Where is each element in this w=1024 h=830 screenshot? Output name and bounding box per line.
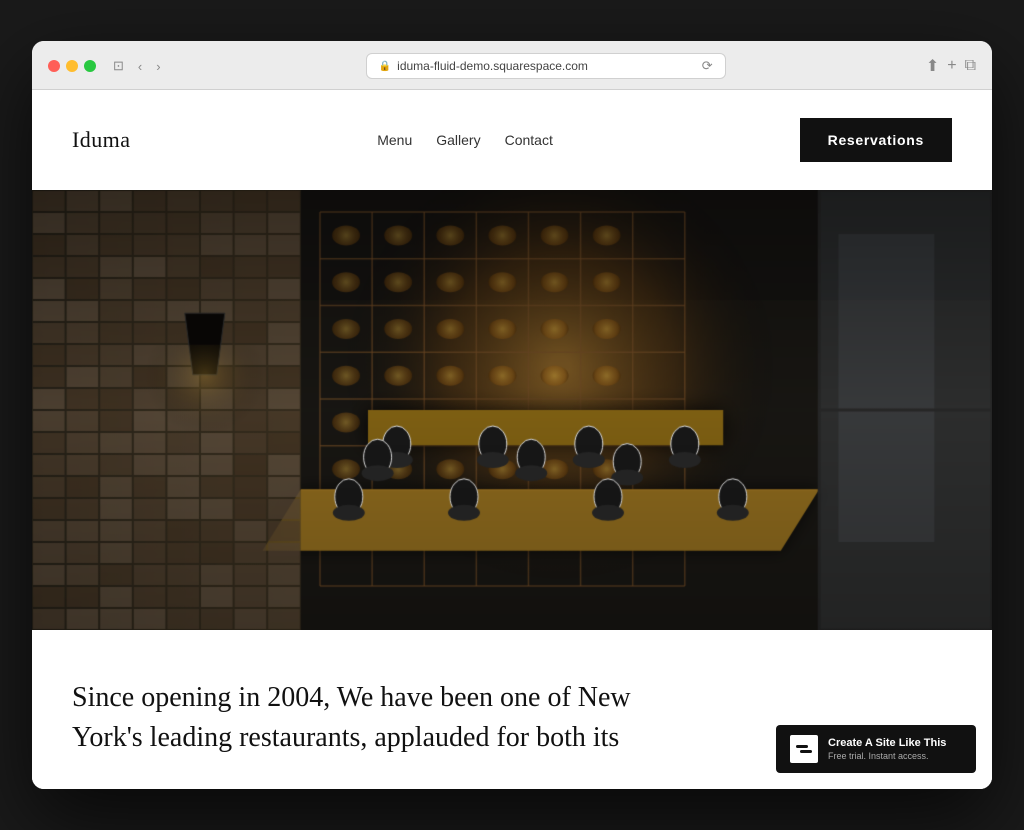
lock-icon: 🔒: [379, 61, 391, 72]
nav-contact[interactable]: Contact: [505, 132, 553, 148]
badge-title: Create A Site Like This: [828, 737, 962, 749]
url-text: iduma-fluid-demo.squarespace.com: [397, 59, 588, 73]
browser-window: ⊡ ‹ › 🔒 iduma-fluid-demo.squarespace.com…: [32, 41, 992, 788]
window-icon[interactable]: ⊡: [108, 56, 129, 76]
close-button[interactable]: [48, 60, 60, 72]
nav-gallery[interactable]: Gallery: [436, 132, 480, 148]
site-body: Since opening in 2004, We have been one …: [32, 630, 992, 788]
badge-text-block: Create A Site Like This Free trial. Inst…: [828, 737, 962, 761]
hero-image: [32, 190, 992, 630]
hero-canvas: [32, 190, 992, 630]
refresh-icon[interactable]: ⟳: [702, 58, 713, 74]
squarespace-badge[interactable]: Create A Site Like This Free trial. Inst…: [776, 725, 976, 773]
squarespace-logo: [790, 735, 818, 763]
intro-text: Since opening in 2004, We have been one …: [72, 678, 652, 756]
site-logo: Iduma: [72, 127, 130, 153]
site-nav: Menu Gallery Contact: [377, 132, 553, 148]
maximize-button[interactable]: [84, 60, 96, 72]
browser-actions: ⬆ + ⧉: [926, 56, 976, 76]
back-button[interactable]: ‹: [133, 57, 147, 76]
share-icon[interactable]: ⬆: [926, 56, 939, 76]
reservations-button[interactable]: Reservations: [800, 118, 952, 162]
tabs-icon[interactable]: ⧉: [965, 57, 976, 75]
traffic-lights: [48, 60, 96, 72]
browser-chrome: ⊡ ‹ › 🔒 iduma-fluid-demo.squarespace.com…: [32, 41, 992, 90]
forward-button[interactable]: ›: [151, 57, 165, 76]
browser-controls: ⊡ ‹ ›: [108, 56, 166, 76]
website-content: Iduma Menu Gallery Contact Reservations …: [32, 90, 992, 788]
minimize-button[interactable]: [66, 60, 78, 72]
new-tab-icon[interactable]: +: [947, 57, 956, 75]
nav-menu[interactable]: Menu: [377, 132, 412, 148]
badge-subtitle: Free trial. Instant access.: [828, 751, 962, 761]
address-bar[interactable]: 🔒 iduma-fluid-demo.squarespace.com ⟳: [366, 53, 726, 79]
site-header: Iduma Menu Gallery Contact Reservations: [32, 90, 992, 190]
